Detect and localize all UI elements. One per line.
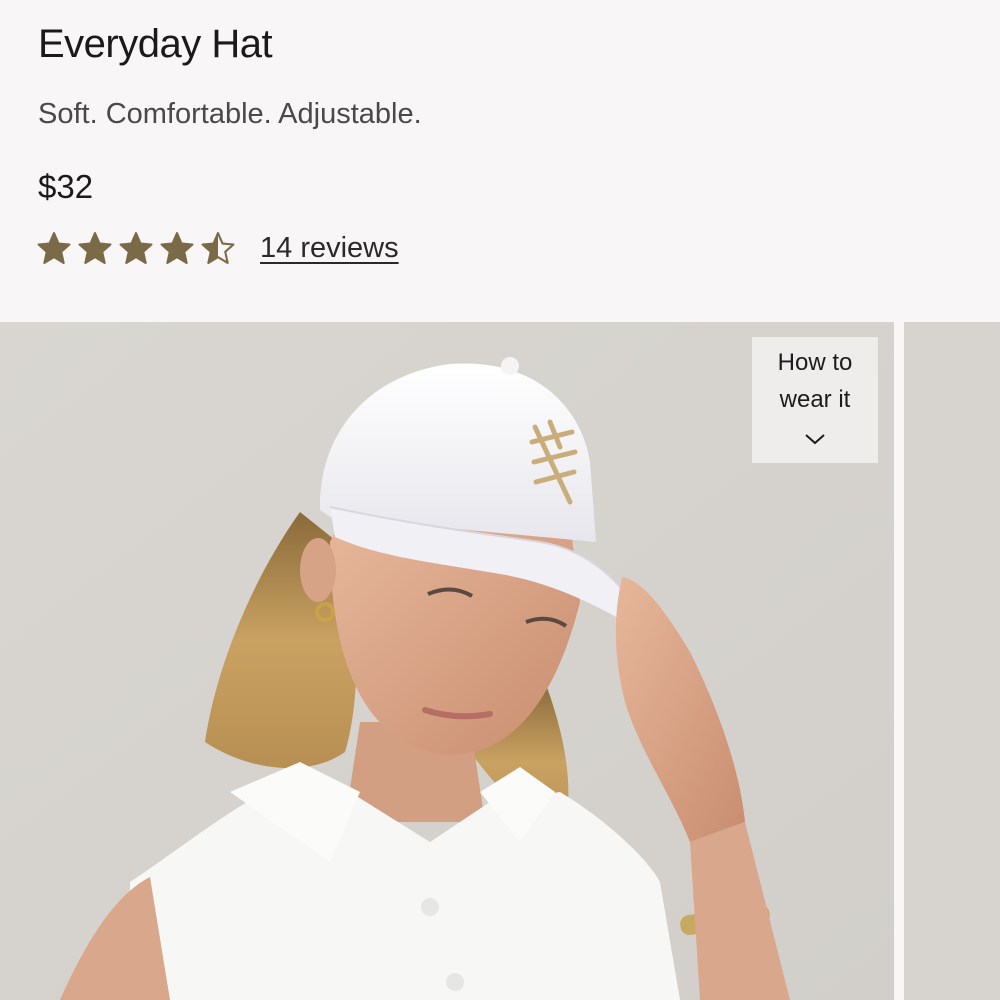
star-full-icon [159, 231, 195, 265]
product-page: Everyday Hat Soft. Comfortable. Adjustab… [0, 0, 1000, 1000]
star-rating[interactable] [36, 231, 236, 265]
product-price: $32 [38, 168, 94, 205]
product-image[interactable]: How to wear it [0, 322, 894, 1000]
how-to-line2: wear it [779, 385, 851, 413]
star-half-icon [200, 231, 236, 265]
star-full-icon [77, 231, 113, 265]
product-info: Everyday Hat Soft. Comfortable. Adjustab… [0, 0, 1000, 322]
how-to-wear-button[interactable]: How to wear it [751, 336, 879, 464]
image-carousel[interactable]: How to wear it [0, 322, 1000, 1000]
product-subtitle: Soft. Comfortable. Adjustable. [38, 98, 422, 130]
how-to-line1: How to [777, 348, 853, 376]
next-slide-image[interactable] [904, 322, 1000, 1000]
next-slide-photo [904, 322, 1000, 1000]
product-title: Everyday Hat [38, 22, 273, 66]
chevron-down-icon [804, 420, 826, 457]
star-full-icon [36, 231, 72, 265]
reviews-link[interactable]: 14 reviews [260, 232, 399, 265]
rating-row: 14 reviews [36, 226, 399, 270]
star-full-icon [118, 231, 154, 265]
